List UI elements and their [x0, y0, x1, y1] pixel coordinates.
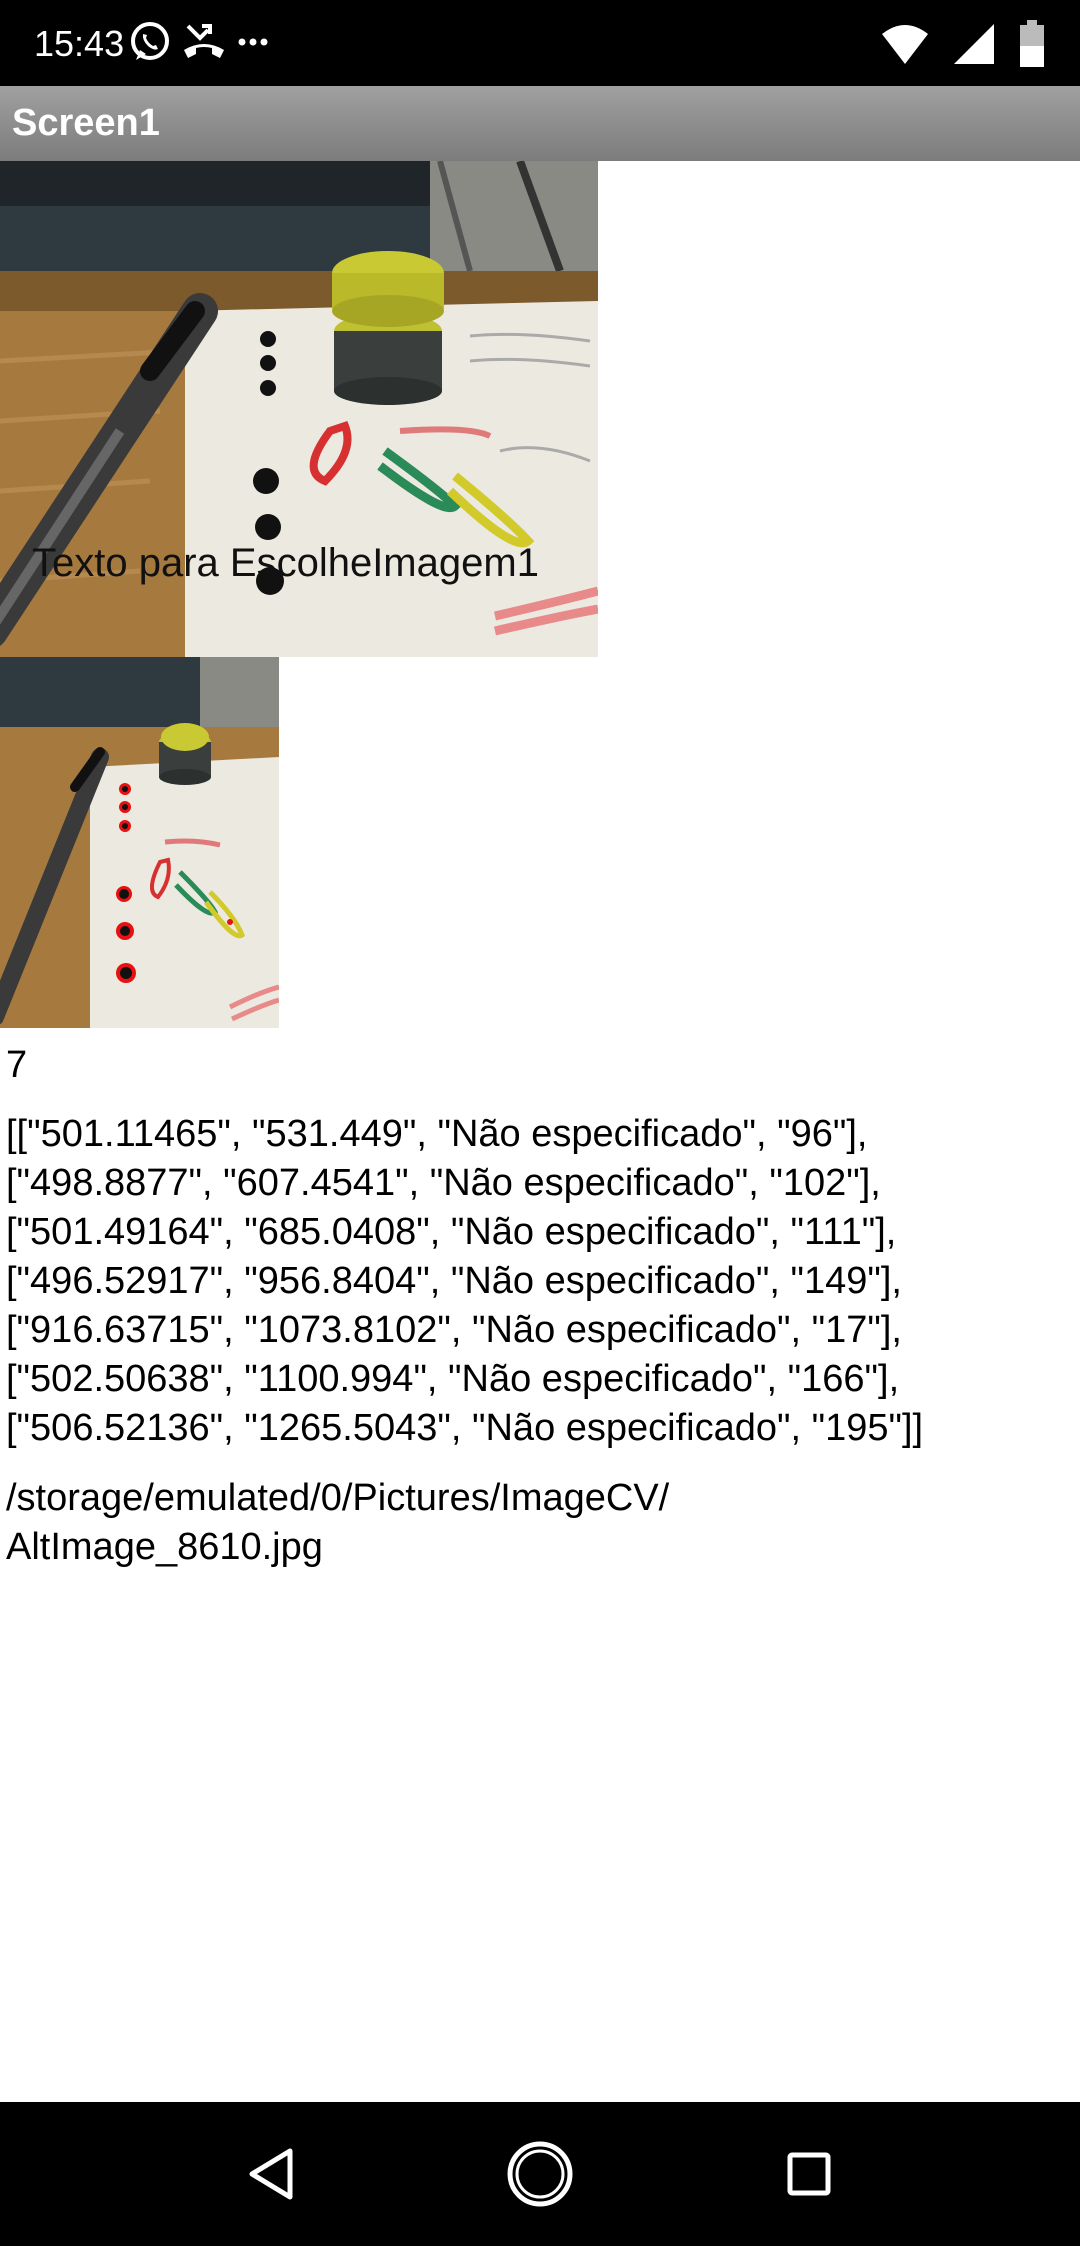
recents-button[interactable] [769, 2134, 849, 2214]
processed-image [0, 657, 279, 1028]
path-line: /storage/emulated/0/Pictures/ImageCV/ [6, 1477, 670, 1519]
image-picker-button[interactable]: Texto para EscolheImagem1 [0, 161, 598, 657]
results-line: ["916.63715", "1073.8102", "Não especifi… [6, 1309, 902, 1351]
results-line: [["501.11465", "531.449", "Não especific… [6, 1113, 868, 1155]
more-notifications-icon [236, 20, 270, 69]
navigation-bar [0, 2102, 1080, 2246]
path-line: AltImage_8610.jpg [6, 1526, 323, 1568]
detection-results-label: [["501.11465", "531.449", "Não especific… [6, 1110, 1076, 1453]
results-line: ["498.8877", "607.4541", "Não especifica… [6, 1162, 881, 1204]
detection-count-label: 7 [6, 1044, 28, 1086]
missed-call-icon [180, 20, 228, 69]
battery-icon [1018, 20, 1046, 73]
screen-title: Screen1 [12, 102, 160, 144]
results-line: ["496.52917", "956.8404", "Não especific… [6, 1260, 902, 1302]
notification-icons [128, 20, 270, 69]
recents-icon [787, 2152, 831, 2196]
signal-icon [952, 22, 996, 71]
app-title-bar: Screen1 [0, 86, 1080, 161]
system-icons [880, 20, 1046, 73]
results-line: ["506.52136", "1265.5043", "Não especifi… [6, 1407, 924, 1449]
results-line: ["502.50638", "1100.994", "Não especific… [6, 1358, 900, 1400]
home-button[interactable] [500, 2134, 580, 2214]
wifi-icon [880, 22, 930, 71]
home-icon [507, 2141, 573, 2207]
back-icon [249, 2148, 293, 2200]
whatsapp-icon [128, 20, 172, 69]
back-button[interactable] [231, 2134, 311, 2214]
results-line: ["501.49164", "685.0408", "Não especific… [6, 1211, 897, 1253]
status-time: 15:43 [34, 23, 125, 64]
status-bar: 15:43 [0, 0, 1080, 86]
image-picker-label: Texto para EscolheImagem1 [32, 541, 539, 585]
processed-desk-photo-image [0, 657, 279, 1028]
image-path-label: /storage/emulated/0/Pictures/ImageCV/ Al… [6, 1474, 1076, 1572]
